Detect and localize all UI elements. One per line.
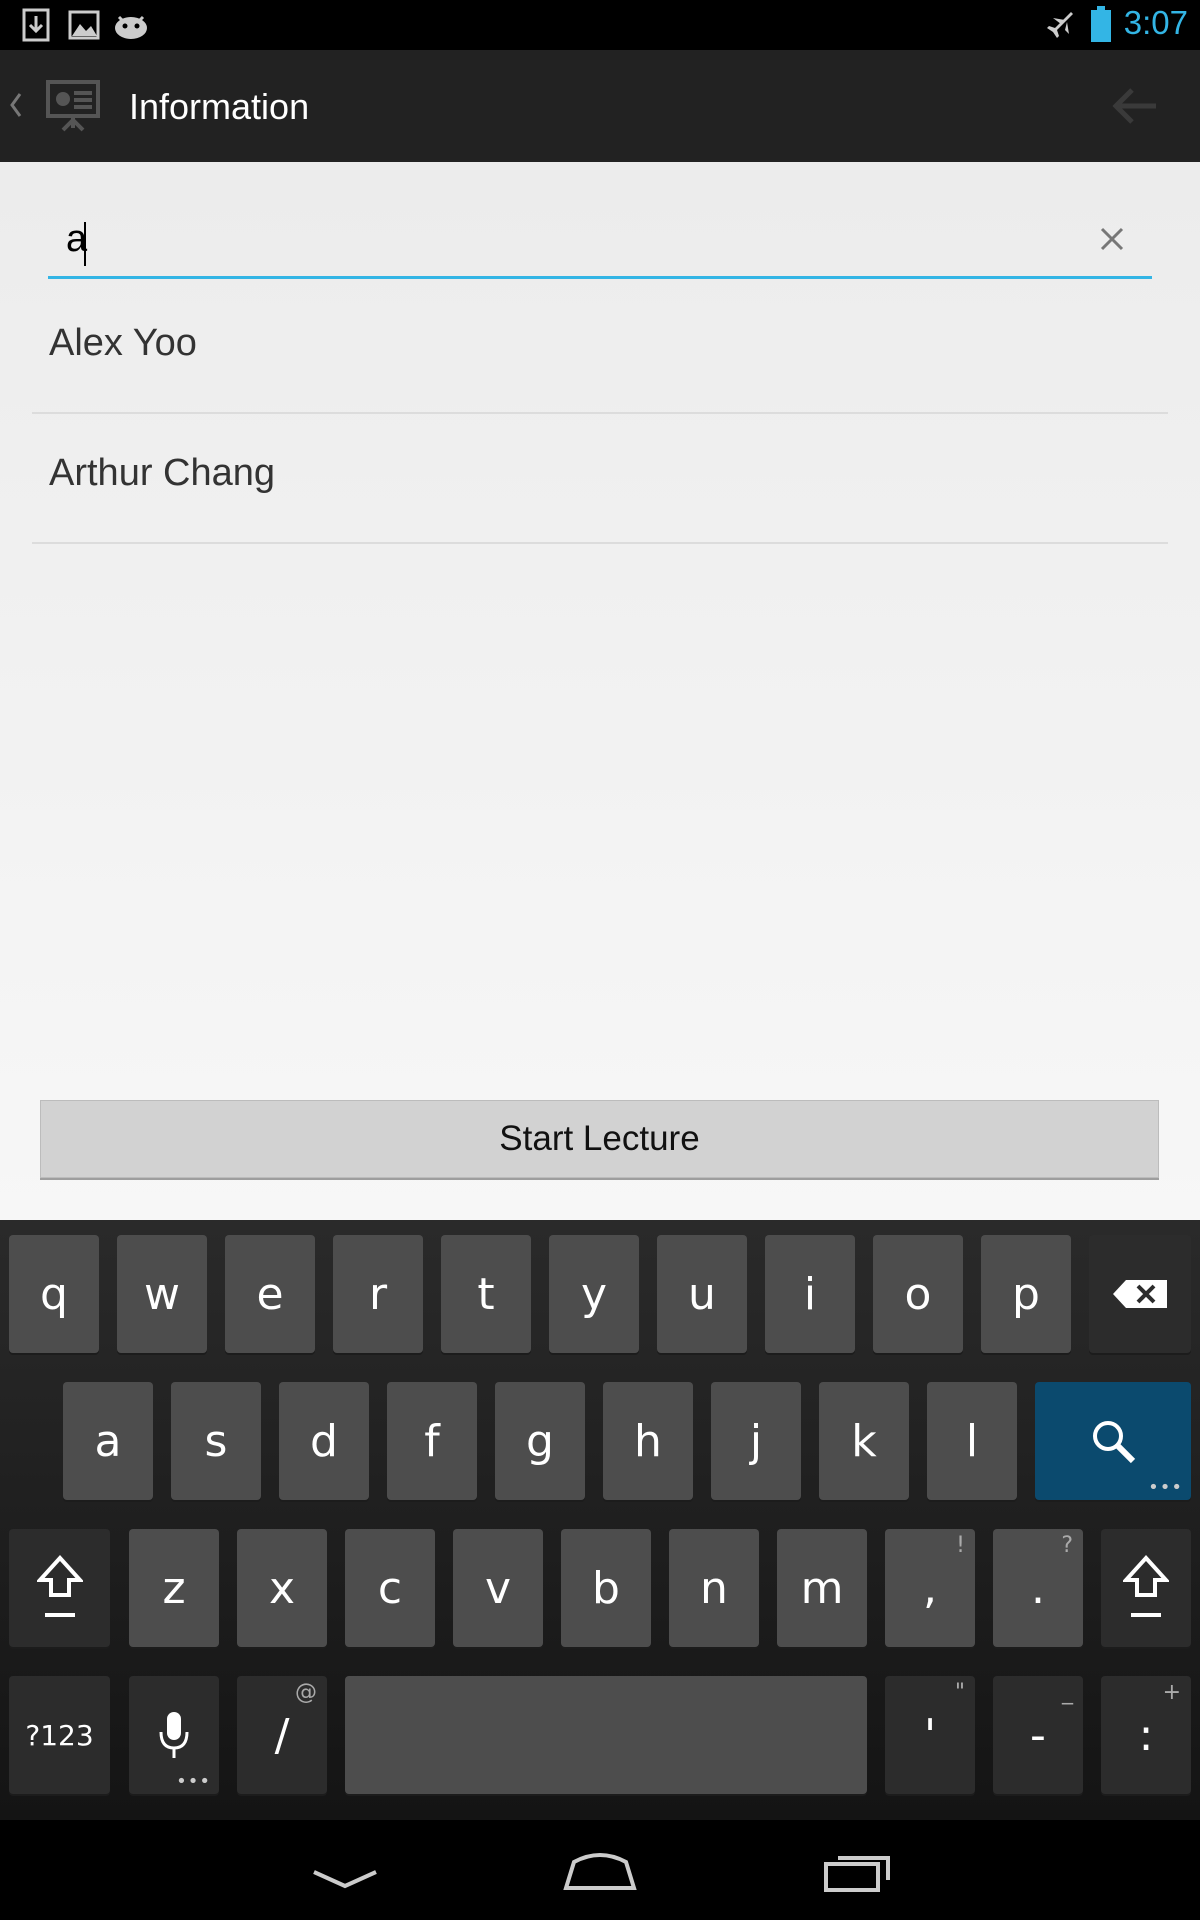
key-colon-label: : — [1138, 1709, 1154, 1761]
key-slash[interactable]: / @ — [237, 1676, 327, 1794]
key-period[interactable]: . ? — [993, 1529, 1083, 1647]
more-dots: ••• — [176, 1771, 211, 1792]
key-comma-hint: ! — [956, 1533, 965, 1558]
key-slash-hint: @ — [295, 1680, 317, 1705]
text-cursor — [84, 222, 86, 266]
soft-keyboard: q w e r t y u i o p a s d f g h j k l ••… — [0, 1220, 1200, 1820]
key-o[interactable]: o — [873, 1235, 963, 1353]
microphone-icon — [159, 1712, 189, 1758]
key-comma[interactable]: , ! — [885, 1529, 975, 1647]
backspace-icon — [1113, 1280, 1167, 1308]
key-s[interactable]: s — [171, 1382, 261, 1500]
download-icon — [22, 8, 50, 42]
voice-input-key[interactable]: ••• — [129, 1676, 219, 1794]
key-v[interactable]: v — [453, 1529, 543, 1647]
list-item-label: Alex Yoo — [49, 322, 197, 364]
key-apostrophe[interactable]: ' " — [885, 1676, 975, 1794]
key-x[interactable]: x — [237, 1529, 327, 1647]
action-bar: Information — [0, 50, 1200, 162]
key-period-label: . — [1031, 1562, 1045, 1614]
key-h[interactable]: h — [603, 1382, 693, 1500]
key-u[interactable]: u — [657, 1235, 747, 1353]
key-b[interactable]: b — [561, 1529, 651, 1647]
android-icon — [115, 15, 147, 39]
clear-icon[interactable] — [1092, 219, 1132, 259]
key-colon[interactable]: : + — [1101, 1676, 1191, 1794]
key-n[interactable]: n — [669, 1529, 759, 1647]
list-item[interactable]: Arthur Chang — [32, 414, 1168, 544]
key-y[interactable]: y — [549, 1235, 639, 1353]
search-input[interactable] — [66, 214, 1066, 264]
navigation-bar — [0, 1820, 1200, 1920]
key-j[interactable]: j — [711, 1382, 801, 1500]
search-field[interactable] — [48, 204, 1152, 279]
key-k[interactable]: k — [819, 1382, 909, 1500]
key-z[interactable]: z — [129, 1529, 219, 1647]
key-apostrophe-label: ' — [923, 1709, 937, 1761]
key-l[interactable]: l — [927, 1382, 1017, 1500]
battery-icon — [1091, 6, 1111, 42]
clock: 3:07 — [1123, 4, 1188, 41]
key-dash-hint: _ — [1062, 1680, 1073, 1705]
presentation-icon — [46, 80, 100, 132]
start-lecture-button[interactable]: Start Lecture — [40, 1100, 1159, 1178]
key-apostrophe-hint: " — [954, 1680, 965, 1705]
key-r[interactable]: r — [333, 1235, 423, 1353]
image-icon — [68, 10, 100, 40]
key-d[interactable]: d — [279, 1382, 369, 1500]
status-bar: 3:07 — [0, 0, 1200, 50]
back-arrow-icon[interactable] — [1110, 86, 1160, 126]
more-dots: ••• — [1148, 1477, 1183, 1498]
shift-key-right[interactable] — [1101, 1529, 1191, 1647]
key-t[interactable]: t — [441, 1235, 531, 1353]
key-dash-label: - — [1030, 1709, 1046, 1761]
key-i[interactable]: i — [765, 1235, 855, 1353]
key-colon-hint: + — [1162, 1680, 1181, 1705]
page-title: Information — [129, 86, 310, 127]
shift-icon — [36, 1555, 83, 1617]
back-chevron-icon[interactable] — [310, 1864, 380, 1894]
shift-key-left[interactable] — [9, 1529, 110, 1647]
airplane-mode-icon — [1047, 12, 1073, 38]
symbols-key[interactable]: ?123 — [9, 1676, 110, 1794]
key-a[interactable]: a — [63, 1382, 153, 1500]
key-slash-label: / — [274, 1709, 290, 1761]
key-w[interactable]: w — [117, 1235, 207, 1353]
list-item-label: Arthur Chang — [49, 452, 276, 494]
space-key[interactable] — [345, 1676, 867, 1794]
backspace-key[interactable] — [1089, 1235, 1191, 1353]
key-q[interactable]: q — [9, 1235, 99, 1353]
home-up-button[interactable] — [0, 50, 110, 162]
key-m[interactable]: m — [777, 1529, 867, 1647]
key-period-hint: ? — [1061, 1533, 1073, 1558]
key-g[interactable]: g — [495, 1382, 585, 1500]
content-area: Alex Yoo Arthur Chang Start Lecture — [0, 162, 1200, 1220]
list-item[interactable]: Alex Yoo — [32, 284, 1168, 414]
shift-icon — [1123, 1555, 1169, 1617]
search-icon — [1093, 1421, 1136, 1464]
up-caret-icon — [10, 93, 22, 117]
home-icon[interactable] — [562, 1848, 638, 1894]
search-key[interactable]: ••• — [1035, 1382, 1191, 1500]
key-comma-label: , — [923, 1562, 937, 1614]
recent-apps-icon[interactable] — [822, 1850, 894, 1894]
key-f[interactable]: f — [387, 1382, 477, 1500]
key-p[interactable]: p — [981, 1235, 1071, 1353]
key-c[interactable]: c — [345, 1529, 435, 1647]
key-dash[interactable]: - _ — [993, 1676, 1083, 1794]
key-e[interactable]: e — [225, 1235, 315, 1353]
